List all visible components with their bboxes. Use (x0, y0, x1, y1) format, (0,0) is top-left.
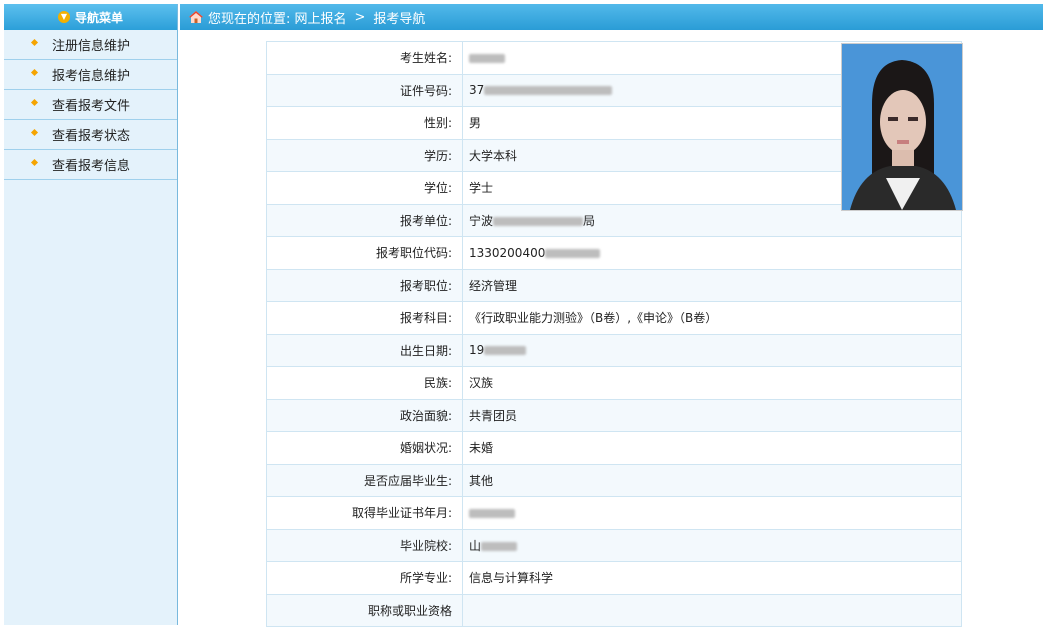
field-value-text: 《行政职业能力测验》（B卷）,《申论》（B卷） (469, 311, 718, 326)
field-value-text: 学士 (469, 181, 494, 196)
redacted-text (484, 346, 527, 356)
redacted-text (481, 541, 518, 551)
applicant-photo (841, 43, 963, 211)
field-label: 婚姻状况: (266, 431, 463, 465)
field-label: 取得毕业证书年月: (266, 496, 463, 530)
field-value-text: 大学本科 (469, 148, 518, 163)
breadcrumb-current: 报考导航 (373, 11, 426, 27)
breadcrumb: 您现在的位置: 网上报名 > 报考导航 (180, 4, 1043, 30)
field-value: 共青团员 (462, 398, 962, 432)
table-row: 所学专业: 信息与计算科学 (266, 561, 962, 595)
field-value: 其他 (462, 463, 962, 497)
field-value-text: 山 (469, 538, 482, 553)
bullet-icon (30, 38, 39, 47)
field-label: 报考职位代码: (266, 236, 463, 270)
field-value-text: 男 (469, 116, 482, 131)
field-label: 证件号码: (266, 73, 463, 107)
table-row: 出生日期: 19 (266, 333, 962, 367)
table-row: 毕业院校: 山 (266, 528, 962, 562)
table-row: 报考科目: 《行政职业能力测验》（B卷）,《申论》（B卷） (266, 301, 962, 335)
field-value: 汉族 (462, 366, 962, 400)
breadcrumb-separator: > (354, 9, 366, 25)
bullet-icon (30, 68, 39, 77)
sidebar-item-label: 报考信息维护 (52, 69, 131, 84)
field-value-text: 1330200400 (469, 245, 546, 260)
table-row: 民族: 汉族 (266, 366, 962, 400)
field-value: 信息与计算科学 (462, 561, 962, 595)
field-value: 经济管理 (462, 268, 962, 302)
field-value-text: 其他 (469, 473, 494, 488)
redacted-text (545, 248, 601, 258)
table-row: 取得毕业证书年月: (266, 496, 962, 530)
table-row: 报考职位代码: 1330200400 (266, 236, 962, 270)
table-row: 职称或职业资格 (266, 593, 962, 627)
redacted-text (469, 53, 505, 63)
sidebar-item-label: 注册信息维护 (52, 39, 131, 54)
field-value-text: 经济管理 (469, 278, 518, 293)
field-value-text: 信息与计算科学 (469, 571, 554, 586)
sidebar-item-view-status[interactable]: 查看报考状态 (4, 120, 177, 150)
table-row: 是否应届毕业生: 其他 (266, 463, 962, 497)
sidebar-nav: ▼ 导航菜单 注册信息维护 报考信息维护 查看报考文件 查看报考状态 查看报考信… (4, 4, 178, 625)
sidebar-item-view-info[interactable]: 查看报考信息 (4, 150, 177, 180)
field-label: 学历: (266, 138, 463, 172)
redacted-text (469, 508, 515, 518)
bullet-icon (30, 98, 39, 107)
field-label: 民族: (266, 366, 463, 400)
table-row: 婚姻状况: 未婚 (266, 431, 962, 465)
field-value: 未婚 (462, 431, 962, 465)
field-label: 是否应届毕业生: (266, 463, 463, 497)
sidebar-header: ▼ 导航菜单 (4, 4, 177, 30)
field-label: 所学专业: (266, 561, 463, 595)
field-value (462, 593, 962, 627)
breadcrumb-location: 您现在的位置: 网上报名 (208, 11, 347, 27)
field-label: 学位: (266, 171, 463, 205)
home-icon (189, 11, 203, 23)
sidebar-item-register-info[interactable]: 注册信息维护 (4, 30, 177, 60)
table-row: 政治面貌: 共青团员 (266, 398, 962, 432)
field-value-suffix: 局 (583, 213, 596, 228)
field-label: 政治面貌: (266, 398, 463, 432)
sidebar-item-label: 查看报考状态 (52, 129, 131, 144)
sidebar-item-label: 查看报考信息 (52, 159, 131, 174)
redacted-text (493, 216, 584, 226)
bullet-icon (30, 128, 39, 137)
field-value-text: 19 (469, 343, 485, 358)
field-label: 职称或职业资格 (266, 593, 463, 627)
field-value-text: 共青团员 (469, 408, 518, 423)
table-row: 报考职位: 经济管理 (266, 268, 962, 302)
field-value: 19 (462, 333, 962, 367)
redacted-text (484, 86, 613, 96)
field-label: 出生日期: (266, 333, 463, 367)
field-value: 1330200400 (462, 236, 962, 270)
field-value: 《行政职业能力测验》（B卷）,《申论》（B卷） (462, 301, 962, 335)
sidebar-item-label: 查看报考文件 (52, 99, 131, 114)
chevron-down-icon: ▼ (57, 11, 70, 23)
sidebar-item-apply-info[interactable]: 报考信息维护 (4, 60, 177, 90)
field-label: 报考科目: (266, 301, 463, 335)
bullet-icon (30, 158, 39, 167)
field-label: 性别: (266, 106, 463, 140)
field-value (462, 496, 962, 530)
sidebar-item-view-files[interactable]: 查看报考文件 (4, 90, 177, 120)
field-value: 山 (462, 528, 962, 562)
field-value-text: 未婚 (469, 441, 494, 456)
field-value-text: 汉族 (469, 376, 494, 391)
field-value-text: 37 (469, 83, 485, 98)
field-label: 报考单位: (266, 203, 463, 237)
field-label: 毕业院校: (266, 528, 463, 562)
field-label: 报考职位: (266, 268, 463, 302)
field-value-text: 宁波 (469, 213, 494, 228)
field-label: 考生姓名: (266, 41, 463, 75)
sidebar-title: 导航菜单 (74, 10, 123, 25)
